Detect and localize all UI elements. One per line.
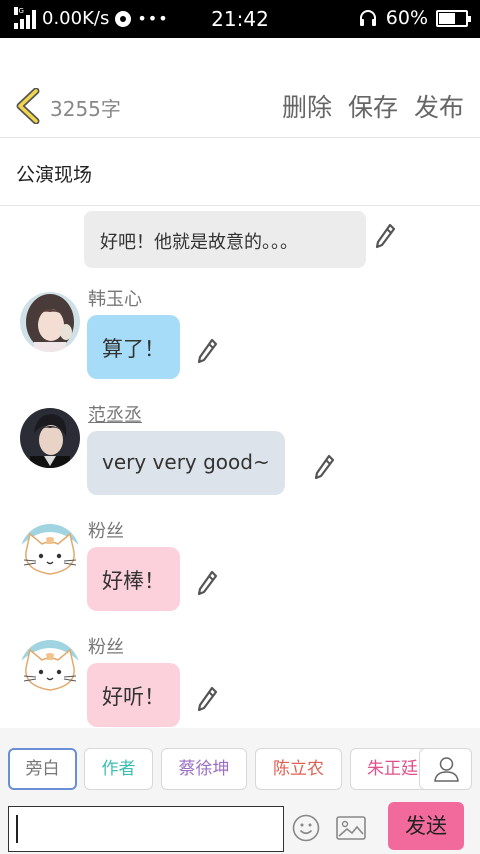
text-caret (16, 815, 18, 843)
message-bubble[interactable]: 好棒！ (87, 547, 180, 611)
story-title-bar[interactable]: 公演现场 (0, 139, 480, 206)
message-list[interactable]: 好吧！他就是故意的。。。 韩玉心 算了！ 范丞丞 very very good~… (0, 207, 480, 728)
message-bubble[interactable]: 好听！ (87, 663, 180, 727)
role-selector: 旁白 作者 蔡徐坤 陈立农 朱正廷 (0, 728, 480, 802)
edit-pencil-icon[interactable] (374, 223, 396, 249)
narration-bubble[interactable]: 好吧！他就是故意的。。。 (84, 211, 366, 268)
message-bubble[interactable]: very very good~ (87, 431, 285, 495)
publish-button[interactable]: 发布 (414, 88, 464, 124)
avatar-boy[interactable] (20, 408, 80, 468)
role-tag-narration[interactable]: 旁白 (8, 748, 77, 790)
image-icon[interactable] (336, 815, 366, 841)
edit-pencil-icon[interactable] (196, 338, 218, 364)
editor-header: 3255字 删除 保存 发布 (0, 38, 480, 138)
battery-percent: 60% (385, 7, 428, 29)
battery-fill (439, 12, 455, 24)
role-tag-character[interactable]: 陈立农 (255, 748, 342, 790)
back-chevron-icon[interactable] (14, 88, 42, 124)
cat-avatar[interactable] (20, 640, 80, 700)
emoji-icon[interactable] (292, 814, 320, 842)
message-input[interactable] (8, 806, 284, 852)
message-bubble[interactable]: 算了！ (87, 315, 180, 379)
role-tag-character[interactable]: 蔡徐坤 (161, 748, 247, 790)
chat-message: 粉丝 好棒！ (0, 521, 480, 640)
add-role-button[interactable] (419, 748, 472, 790)
edit-pencil-icon[interactable] (196, 570, 218, 596)
edit-pencil-icon[interactable] (196, 686, 218, 712)
chat-message: 韩玉心 算了！ (0, 289, 480, 408)
save-button[interactable]: 保存 (348, 88, 398, 124)
status-bar: 4G 0.00K/s ••• 21:42 60% (0, 0, 480, 38)
sender-name: 韩玉心 (88, 289, 142, 310)
story-title: 公演现场 (16, 164, 93, 186)
sender-name: 粉丝 (88, 637, 124, 658)
headphones-icon (359, 10, 376, 26)
avatar-girl[interactable] (20, 292, 80, 352)
send-button[interactable]: 发送 (388, 802, 464, 850)
word-count: 3255字 (50, 97, 121, 121)
battery-icon (436, 9, 471, 27)
input-bar: 发送 (0, 802, 480, 854)
delete-button[interactable]: 删除 (282, 88, 332, 124)
chat-message: 粉丝 好听！ (0, 637, 480, 728)
sender-name: 范丞丞 (88, 405, 142, 426)
cat-avatar[interactable] (20, 524, 80, 584)
edit-pencil-icon[interactable] (313, 454, 335, 480)
role-tag-author[interactable]: 作者 (84, 748, 153, 790)
person-icon (434, 757, 459, 782)
sender-name: 粉丝 (88, 521, 124, 542)
chat-message: 范丞丞 very very good~ (0, 405, 480, 524)
